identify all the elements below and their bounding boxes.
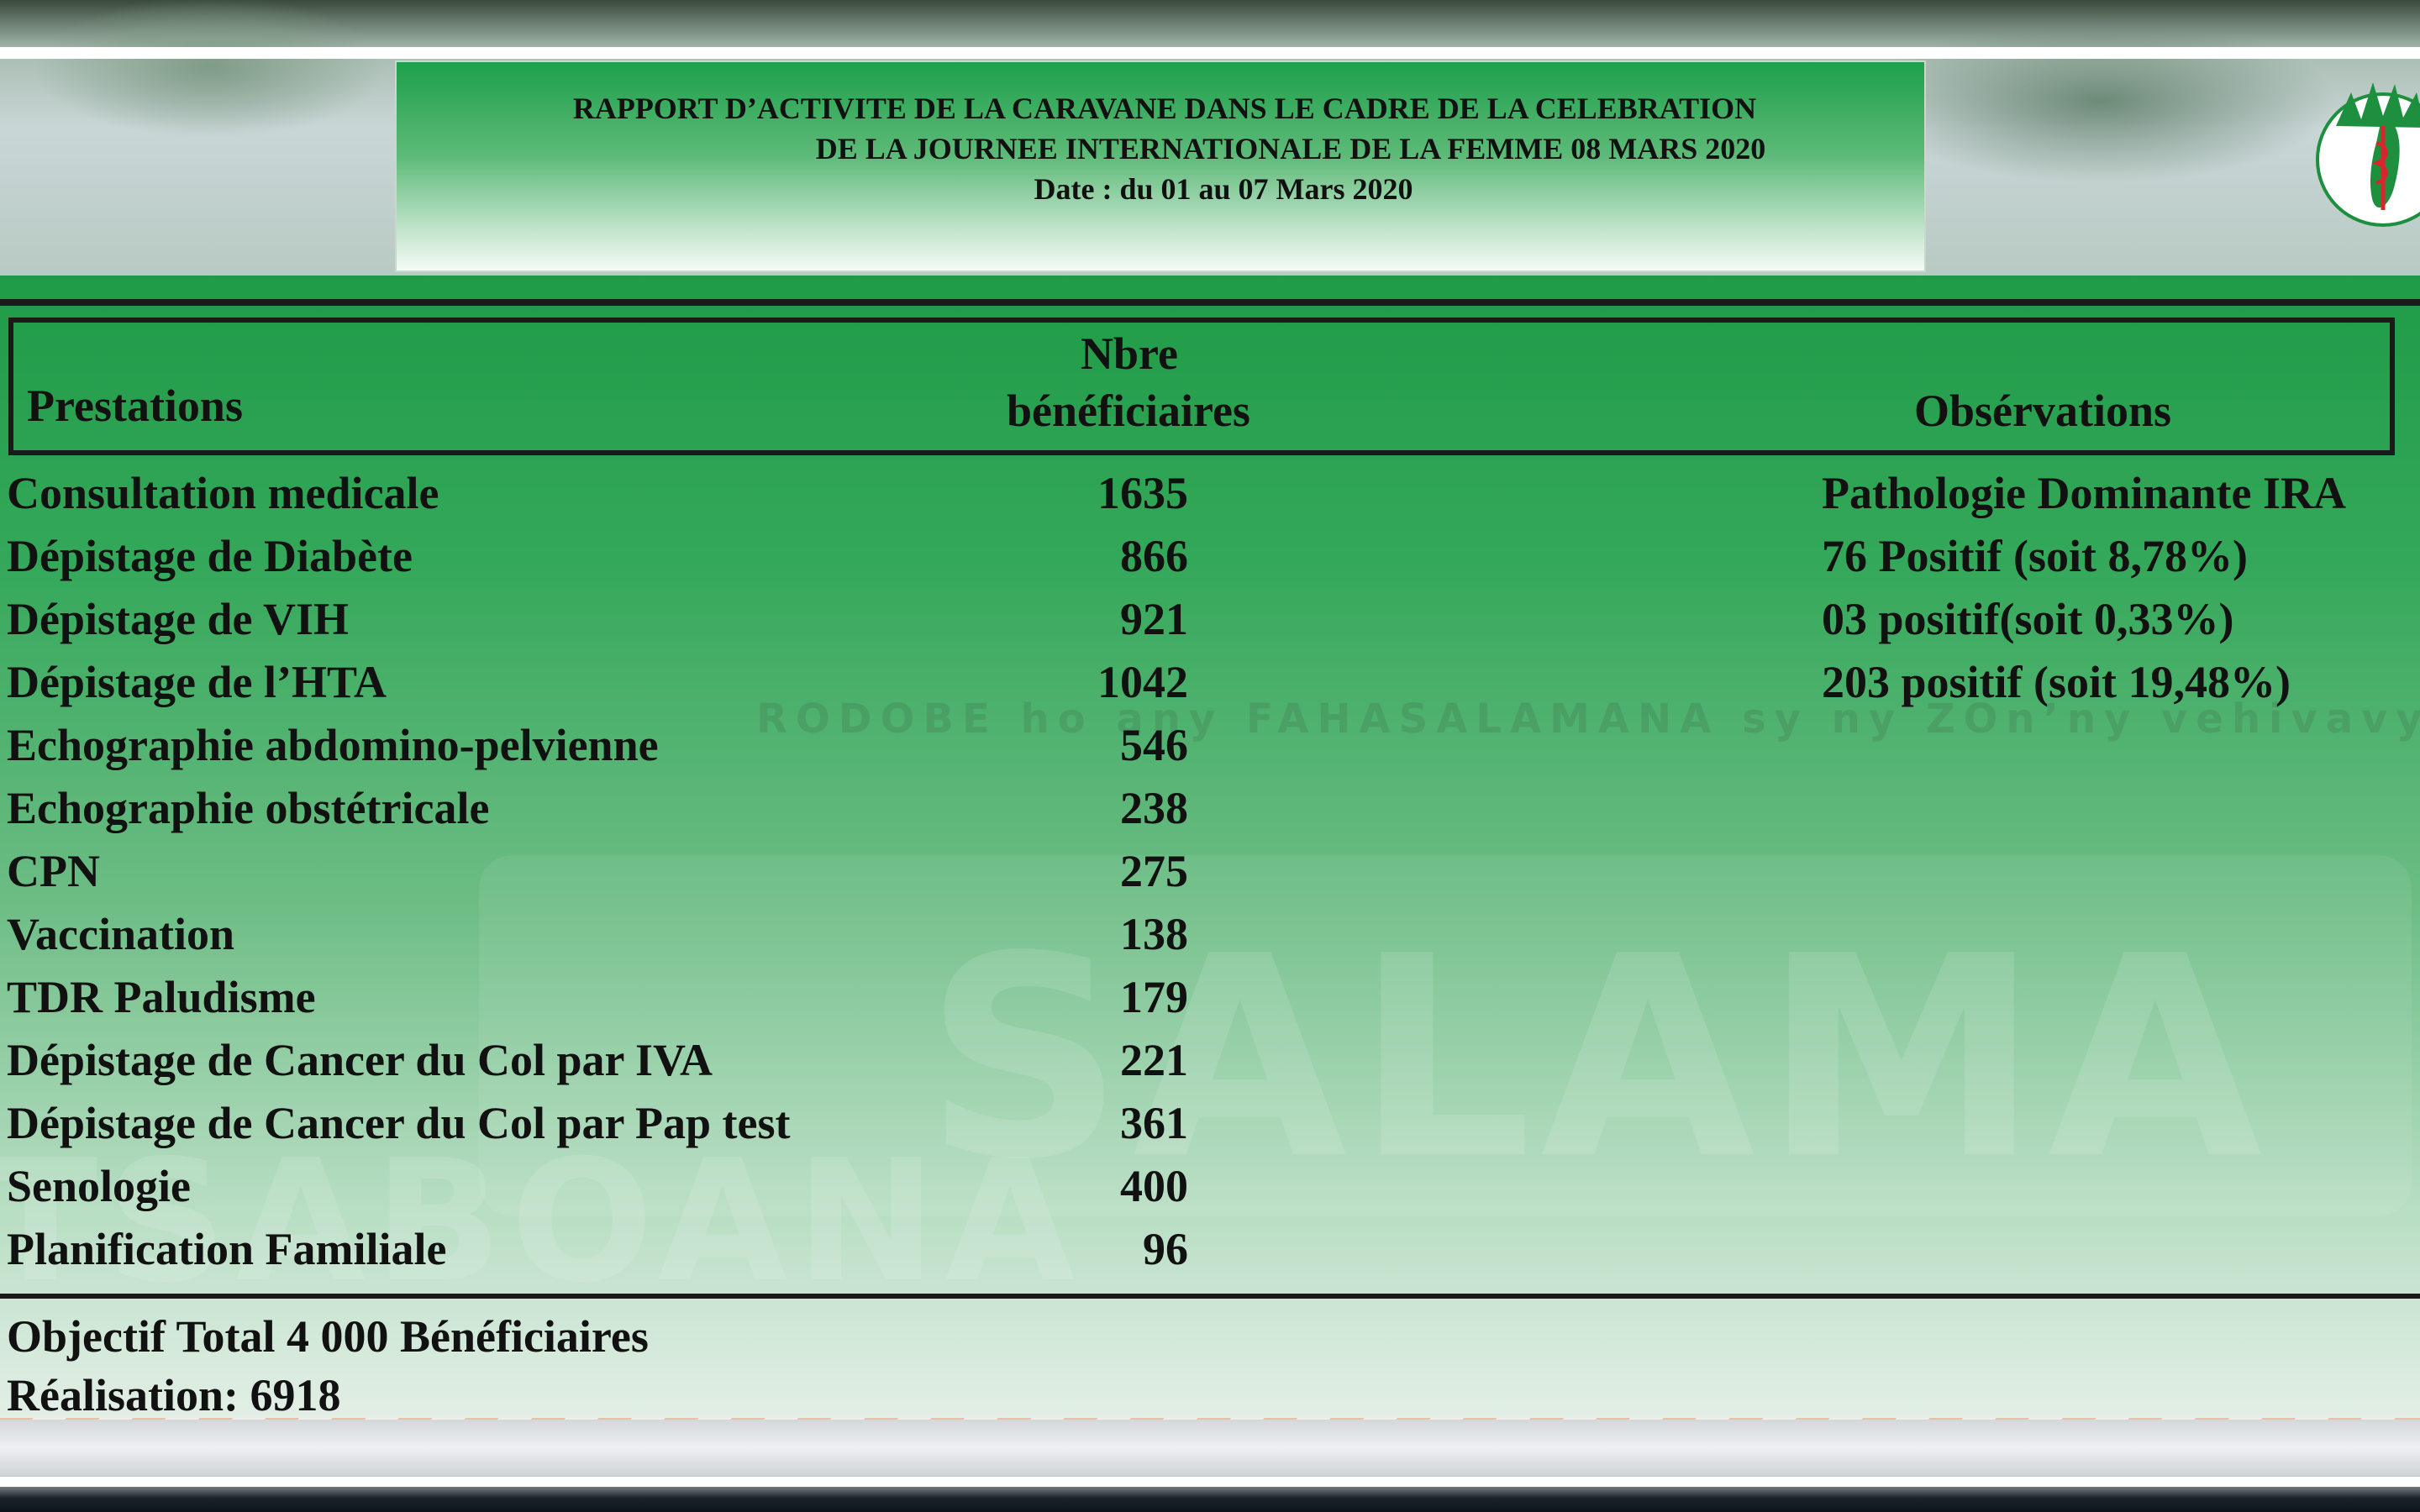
bottom-divider [0,1477,2420,1487]
row-nombre: 921 [1120,594,1188,644]
row-prestation: Echographie abdomino-pelvienne [7,720,659,770]
summary-divider [0,1294,2420,1299]
background-watermark-tsaboana: TSABOANA [0,1124,1084,1320]
row-nombre: 1635 [1097,468,1188,518]
report-title-box: RAPPORT D’ACTIVITE DE LA CARAVANE DANS L… [395,60,1926,272]
row-nombre: 138 [1120,909,1188,959]
row-observation: Pathologie Dominante IRA [1822,468,2346,518]
summary-realisation: Réalisation: 6918 [7,1370,341,1420]
header-nbre: Nbre [1081,328,1178,379]
row-prestation: Dépistage de VIH [7,594,350,644]
report-date: Date : du 01 au 07 Mars 2020 [1034,172,1413,206]
row-nombre: 1042 [1097,657,1188,707]
report-title-line1: RAPPORT D’ACTIVITE DE LA CARAVANE DANS L… [572,92,1757,125]
row-nombre: 221 [1120,1035,1188,1085]
row-prestation: Dépistage de Cancer du Col par IVA [7,1035,713,1085]
row-prestation: CPN [7,846,100,896]
row-nombre: 866 [1120,531,1188,581]
row-prestation: Echographie obstétricale [7,783,490,833]
header-rule-top [0,299,2420,306]
row-observation: 76 Positif (soit 8,78%) [1822,531,2248,581]
top-divider [0,47,2420,59]
header-prestations: Prestations [27,381,243,431]
row-prestation: Dépistage de Diabète [7,531,413,581]
row-prestation: Planification Familiale [7,1224,447,1274]
row-prestation: TDR Paludisme [7,972,316,1022]
row-prestation: Dépistage de Cancer du Col par Pap test [7,1098,791,1148]
row-nombre: 546 [1120,720,1188,770]
row-observation: 03 positif(soit 0,33%) [1822,594,2234,644]
row-nombre: 361 [1120,1098,1188,1148]
row-nombre: 400 [1120,1161,1188,1211]
row-nombre: 275 [1120,846,1188,896]
row-prestation: Dépistage de l’HTA [7,657,387,707]
header-beneficiaires: bénéficiaires [1007,386,1250,436]
header-observations: Obsérvations [1914,386,2172,436]
row-nombre: 238 [1120,783,1188,833]
row-prestation: Consultation medicale [7,468,439,518]
ministry-logo-icon [2302,67,2420,277]
summary-objectif: Objectif Total 4 000 Bénéficiaires [7,1311,649,1362]
row-nombre: 96 [1143,1224,1188,1274]
background-photo-bottom [0,1420,2420,1512]
row-prestation: Senologie [7,1161,192,1211]
report-title-line2: DE LA JOURNEE INTERNATIONALE DE LA FEMME… [815,132,1766,165]
row-observation: 203 positif (soit 19,48%) [1822,657,2291,707]
row-nombre: 179 [1120,972,1188,1022]
row-prestation: Vaccination [7,909,235,959]
